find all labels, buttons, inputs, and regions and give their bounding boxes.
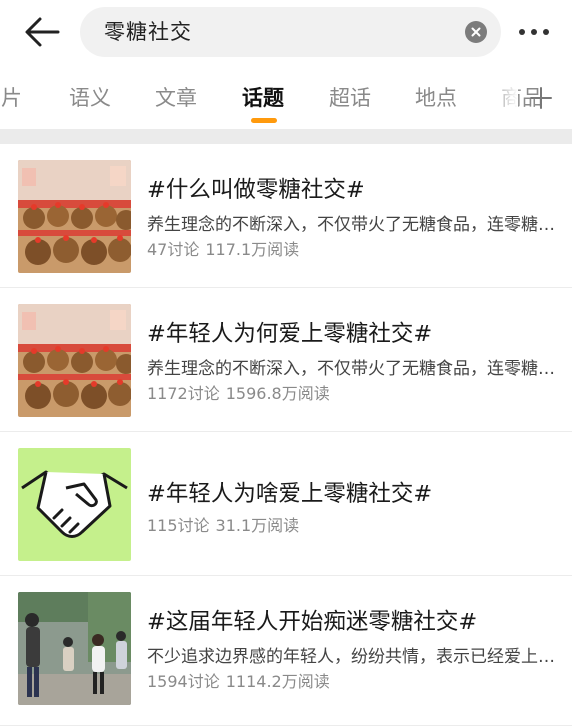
search-query[interactable]: 零糖社交: [104, 7, 192, 57]
discussion-count: 1594讨论: [147, 672, 220, 691]
clear-search-icon[interactable]: [465, 21, 487, 43]
add-tab-icon[interactable]: [528, 85, 554, 111]
plush-toys-thumbnail: [18, 160, 131, 273]
back-arrow-icon[interactable]: [22, 14, 62, 50]
plush-toys-thumbnail: [18, 304, 131, 417]
section-divider: [0, 129, 572, 144]
tab-super-topics[interactable]: 超话: [329, 82, 371, 112]
topic-description: 养生理念的不断深入，不仅带火了无糖食品，连零糖社交也火了: [147, 359, 555, 379]
tabs-fade: [488, 70, 518, 128]
topic-result-item[interactable]: #年轻人为啥爱上零糖社交# 115讨论 31.1万阅读: [0, 432, 572, 576]
category-tabs: 图片 语义 文章 话题 超话 地点 商品: [0, 70, 572, 128]
discussion-count: 115讨论: [147, 516, 210, 535]
read-count: 1596.8万阅读: [225, 384, 330, 403]
topic-stats: 1594讨论 1114.2万阅读: [147, 668, 336, 692]
read-count: 1114.2万阅读: [225, 672, 330, 691]
topic-title[interactable]: #这届年轻人开始痴迷零糖社交#: [147, 604, 477, 636]
tab-topics[interactable]: 话题: [242, 82, 284, 112]
topic-result-item[interactable]: #这届年轻人开始痴迷零糖社交# 不少追求边界感的年轻人，纷纷共情，表示已经爱上零…: [0, 576, 572, 726]
topic-result-item[interactable]: #年轻人为何爱上零糖社交# 养生理念的不断深入，不仅带火了无糖食品，连零糖社交也…: [0, 288, 572, 432]
topic-stats: 47讨论 117.1万阅读: [147, 236, 305, 260]
topic-stats: 1172讨论 1596.8万阅读: [147, 380, 336, 404]
tab-images[interactable]: 图片: [0, 82, 22, 112]
active-tab-indicator: [251, 118, 277, 123]
topic-title[interactable]: #年轻人为啥爱上零糖社交#: [147, 476, 432, 508]
topic-result-item[interactable]: #什么叫做零糖社交# 养生理念的不断深入，不仅带火了无糖食品，连零糖社交也火了 …: [0, 144, 572, 288]
more-options-icon[interactable]: [515, 22, 555, 42]
street-photo-thumbnail: [18, 592, 131, 705]
tab-articles[interactable]: 文章: [155, 82, 197, 112]
search-box[interactable]: 零糖社交: [80, 7, 501, 57]
discussion-count: 1172讨论: [147, 384, 220, 403]
topic-stats: 115讨论 31.1万阅读: [147, 512, 305, 536]
topic-description: 不少追求边界感的年轻人，纷纷共情，表示已经爱上零糖社交: [147, 647, 555, 667]
handshake-icon: [18, 448, 131, 561]
top-bar: 零糖社交: [0, 0, 572, 64]
topic-title[interactable]: #什么叫做零糖社交#: [147, 172, 365, 204]
read-count: 117.1万阅读: [205, 240, 300, 259]
read-count: 31.1万阅读: [215, 516, 300, 535]
tab-locations[interactable]: 地点: [415, 82, 457, 112]
topic-description: 养生理念的不断深入，不仅带火了无糖食品，连零糖社交也火了: [147, 215, 555, 235]
discussion-count: 47讨论: [147, 240, 200, 259]
topic-title[interactable]: #年轻人为何爱上零糖社交#: [147, 316, 432, 348]
tab-semantic[interactable]: 语义: [69, 82, 111, 112]
